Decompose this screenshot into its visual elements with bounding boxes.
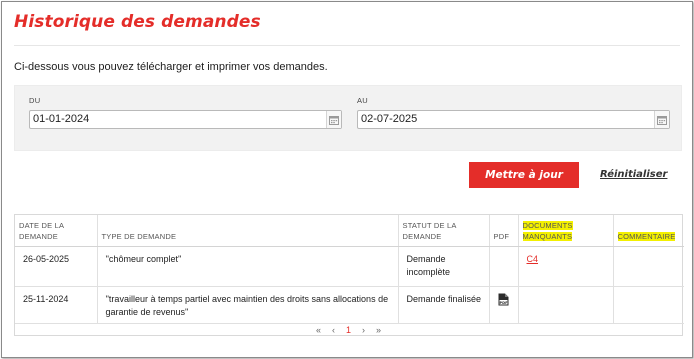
table-row: 26-05-2025 ''chômeur complet'' Demande i… [15, 246, 684, 287]
cell-status: Demande incomplète [398, 246, 490, 287]
header-type[interactable]: TYPE DE DEMANDE [97, 215, 399, 247]
cell-date: 26-05-2025 [15, 246, 98, 287]
current-page[interactable]: 1 [346, 325, 351, 335]
cell-pdf [489, 246, 519, 287]
table-header-row: DATE DE LA DEMANDE TYPE DE DEMANDE STATU… [15, 215, 684, 247]
from-date-field[interactable]: 01-01-2024 [29, 110, 342, 129]
header-status[interactable]: STATUT DE LA DEMANDE [398, 215, 490, 247]
cell-missing-docs: C4 [518, 246, 614, 287]
svg-text:PDF: PDF [499, 300, 508, 304]
to-date-value: 02-07-2025 [361, 113, 418, 125]
pagination: « ‹ 1 › » [15, 323, 682, 337]
cell-type: ''chômeur complet'' [97, 246, 399, 287]
first-page-button[interactable]: « [316, 325, 321, 335]
date-filter-panel: DU 01-01-2024 AU 02-07-2025 [14, 85, 682, 151]
header-date[interactable]: DATE DE LA DEMANDE [15, 215, 98, 247]
to-date-label: AU [357, 96, 369, 105]
next-page-button[interactable]: › [362, 325, 365, 335]
page-title: Historique des demandes [14, 12, 261, 32]
header-pdf[interactable]: PDF [489, 215, 519, 247]
header-missing-docs[interactable]: DOCUMENTS MANQUANTS [518, 215, 614, 247]
update-button[interactable]: Mettre à jour [469, 162, 579, 188]
cell-comment [613, 246, 684, 287]
cell-comment [613, 286, 684, 324]
title-divider [14, 45, 680, 46]
page-frame: Historique des demandes Ci-dessous vous … [1, 1, 693, 358]
missing-doc-link[interactable]: C4 [527, 254, 539, 264]
last-page-button[interactable]: » [376, 325, 381, 335]
cell-pdf: PDF [489, 286, 519, 324]
requests-table: DATE DE LA DEMANDE TYPE DE DEMANDE STATU… [14, 214, 684, 337]
from-date-label: DU [29, 96, 41, 105]
cell-type: ''travailleur à temps partiel avec maint… [97, 286, 399, 324]
cell-missing-docs [518, 286, 614, 324]
calendar-icon[interactable] [654, 111, 669, 128]
header-comment-label: COMMENTAIRE [617, 231, 676, 241]
intro-text: Ci-dessous vous pouvez télécharger et im… [14, 61, 328, 73]
cell-date: 25-11-2024 [15, 286, 98, 324]
header-comment[interactable]: COMMENTAIRE [613, 215, 684, 247]
to-date-field[interactable]: 02-07-2025 [357, 110, 670, 129]
pdf-file-icon[interactable]: PDF [498, 293, 509, 310]
cell-status: Demande finalisée [398, 286, 490, 324]
calendar-icon[interactable] [326, 111, 341, 128]
from-date-value: 01-01-2024 [33, 113, 90, 125]
prev-page-button[interactable]: ‹ [332, 325, 335, 335]
reset-link[interactable]: Réinitialiser [600, 169, 667, 180]
header-missing-docs-label: DOCUMENTS MANQUANTS [522, 220, 573, 241]
table-row: 25-11-2024 ''travailleur à temps partiel… [15, 286, 684, 324]
